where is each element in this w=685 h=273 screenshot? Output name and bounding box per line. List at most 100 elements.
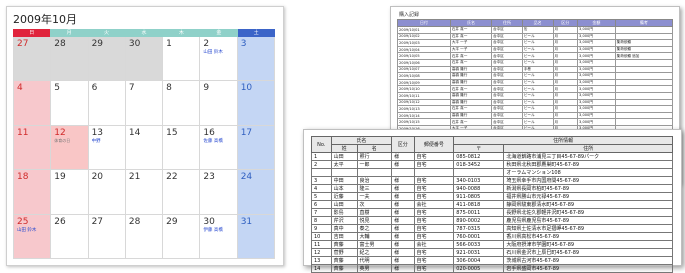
calendar-day-cell[interactable]: 29 — [88, 37, 126, 82]
calendar-day-cell[interactable]: 11 — [14, 125, 52, 171]
table-cell: 石井 真一 — [449, 26, 493, 34]
table-cell: 自宅 — [413, 184, 455, 193]
table-cell: 高橋 隆行 — [449, 78, 493, 87]
calendar-day-cell[interactable]: 13 中野 — [88, 125, 126, 171]
calendar-day-cell[interactable]: 26 — [51, 214, 89, 259]
day-number: 21 — [128, 172, 141, 183]
calendar-day-cell[interactable]: 2 山田 鈴木 — [200, 37, 238, 82]
calendar-day-cell[interactable]: 30 — [125, 37, 164, 82]
calendar-day-cell[interactable]: 28 — [125, 214, 164, 259]
table-cell: 石井 真一 — [449, 105, 493, 113]
table-cell: ビール — [521, 118, 554, 126]
table-cell: 2009/10/13 — [397, 105, 451, 113]
calendar-day-cell[interactable]: 22 — [163, 170, 201, 215]
table-cell: 月 — [552, 26, 579, 34]
calendar-day-cell[interactable]: 19 — [51, 170, 89, 215]
day-number: 14 — [128, 127, 141, 138]
table-cell: 台中区 — [491, 85, 523, 93]
calendar-event[interactable]: 山田 鈴木 — [17, 228, 47, 234]
calendar-day-cell[interactable]: 23 — [200, 170, 238, 215]
table-cell: 泰之 — [356, 224, 393, 233]
table-row: 10 吉田 大輔様自宅 760-0001 香川県高松市45-67-89 — [311, 232, 673, 241]
sheet-column-header: 日付 — [397, 19, 451, 27]
table-row: 2009/10/11 高橋 隆行 台中区 ビール月 3,000円 — [397, 91, 674, 100]
table-row: 4 山本 隆三様自宅 940-0088 新潟県長岡市柏町45-67-89 — [311, 184, 673, 193]
calendar-day-cell[interactable]: 9 — [200, 81, 238, 126]
table-cell: 9 — [311, 224, 332, 233]
table-row: 2009/10/07 高橋 隆行 台中区 手巻月 3,000円 — [397, 65, 674, 74]
day-number: 17 — [240, 127, 253, 138]
calendar-day-cell[interactable]: 5 — [51, 81, 89, 126]
table-cell: 3,000円 — [577, 105, 616, 113]
table-cell: 台中区 — [491, 78, 523, 87]
table-cell: 890-0002 — [453, 216, 505, 225]
table-cell: 集荷依頼 — [614, 45, 674, 54]
calendar-day-cell[interactable]: 28 — [51, 37, 89, 82]
calendar-day-cell[interactable]: 3 — [237, 37, 275, 82]
day-number: 31 — [240, 216, 253, 227]
table-cell: 斉藤 — [330, 240, 358, 249]
table-cell: 集荷依頼 追加 — [614, 52, 674, 60]
day-number: 18 — [17, 172, 29, 183]
calendar-day-cell[interactable]: 10 — [237, 81, 275, 126]
calendar-day-cell[interactable]: 7 — [125, 81, 164, 126]
table-cell: 3,000円 — [577, 58, 616, 67]
calendar-day-cell[interactable]: 4 — [14, 81, 52, 126]
table-cell: 高知県土佐清水市足摺岬45-67-89 — [503, 224, 673, 233]
table-cell: 3,000円 — [577, 52, 616, 60]
day-number: 8 — [166, 83, 172, 94]
table-cell: 近藤 — [330, 192, 358, 201]
table-cell: 山田 — [330, 152, 358, 161]
calendar-day-cell[interactable]: 18 — [14, 170, 52, 215]
calendar-day-cell[interactable]: 29 — [163, 214, 201, 259]
calendar-day-cell[interactable]: 21 — [125, 170, 164, 215]
calendar-grid: 日月火水木金土 27 28 29 30 1 2 山田 鈴木 3 4 5 6 7 8 9 10 11 12 体育の日… — [13, 29, 275, 259]
calendar-event[interactable]: 伊藤 高橋 — [203, 228, 233, 234]
calendar-day-cell[interactable]: 16 佐藤 高橋 — [200, 125, 238, 171]
calendar-week: 11 12 体育の日 13 中野 14 15 16 佐藤 高橋 17 — [14, 125, 275, 171]
calendar-day-cell[interactable]: 30 伊藤 高橋 — [200, 214, 238, 259]
table-cell: 缶 — [521, 26, 554, 34]
calendar-event[interactable]: 佐藤 高橋 — [203, 139, 233, 145]
calendar-day-cell[interactable]: 20 — [88, 170, 126, 215]
calendar-day-cell[interactable]: 14 — [125, 125, 164, 171]
calendar-day-cell[interactable]: 6 — [88, 81, 126, 126]
table-cell: 月 — [552, 52, 579, 60]
weekday-header: 日月火水木金土 — [13, 29, 275, 37]
table-cell: 411-0818 — [453, 200, 505, 209]
table-row: 12 菅野 紀之様自宅 921-0031 石川県金沢市上辰巳町45-67-89 — [311, 248, 673, 257]
day-number: 5 — [54, 83, 61, 94]
calendar-day-cell[interactable]: 24 — [237, 170, 275, 215]
calendar-day-cell[interactable]: 8 — [163, 81, 201, 126]
col-firstname: 名 — [356, 144, 393, 153]
calendar-title: 2009年10月 — [13, 13, 77, 26]
table-cell: 2009/10/01 — [397, 26, 451, 34]
calendar-day-cell[interactable]: 31 — [237, 214, 275, 259]
table-cell: 自宅 — [413, 232, 455, 241]
table-cell: 悦見 — [356, 216, 393, 225]
calendar-day-cell[interactable]: 17 — [237, 125, 275, 171]
table-cell: 高橋 隆行 — [449, 98, 493, 107]
table-cell: 大平 一子 — [449, 45, 493, 54]
table-cell: 石井 真一 — [449, 85, 493, 93]
table-cell: 自宅 — [413, 264, 455, 273]
table-cell: 長野県北佐久郡軽井沢町45-67-89 — [503, 208, 673, 217]
calendar-day-cell[interactable]: 12 体育の日 — [51, 125, 89, 171]
table-cell: ビール — [521, 72, 554, 80]
table-cell: 3,000円 — [577, 32, 616, 41]
table-cell — [614, 72, 674, 80]
calendar-week: 18 19 20 21 22 23 24 — [14, 170, 275, 215]
calendar-event[interactable]: 中野 — [92, 139, 122, 145]
table-cell — [614, 65, 674, 74]
table-cell: 2009/10/05 — [397, 52, 451, 60]
calendar-day-cell[interactable]: 27 — [14, 37, 52, 82]
table-cell: 斉藤 — [330, 264, 358, 273]
calendar-day-cell[interactable]: 25 山田 鈴木 — [14, 214, 52, 259]
table-row: 7 影島 直樹様自宅 875-0011 長野県北佐久郡軽井沢町45-67-89 — [311, 208, 673, 217]
calendar-day-cell[interactable]: 1 — [163, 37, 201, 82]
day-number: 23 — [203, 172, 215, 183]
day-number: 6 — [91, 83, 98, 94]
calendar-day-cell[interactable]: 27 — [88, 214, 126, 259]
calendar-day-cell[interactable]: 15 — [163, 125, 201, 171]
calendar-event[interactable]: 山田 鈴木 — [203, 50, 233, 56]
